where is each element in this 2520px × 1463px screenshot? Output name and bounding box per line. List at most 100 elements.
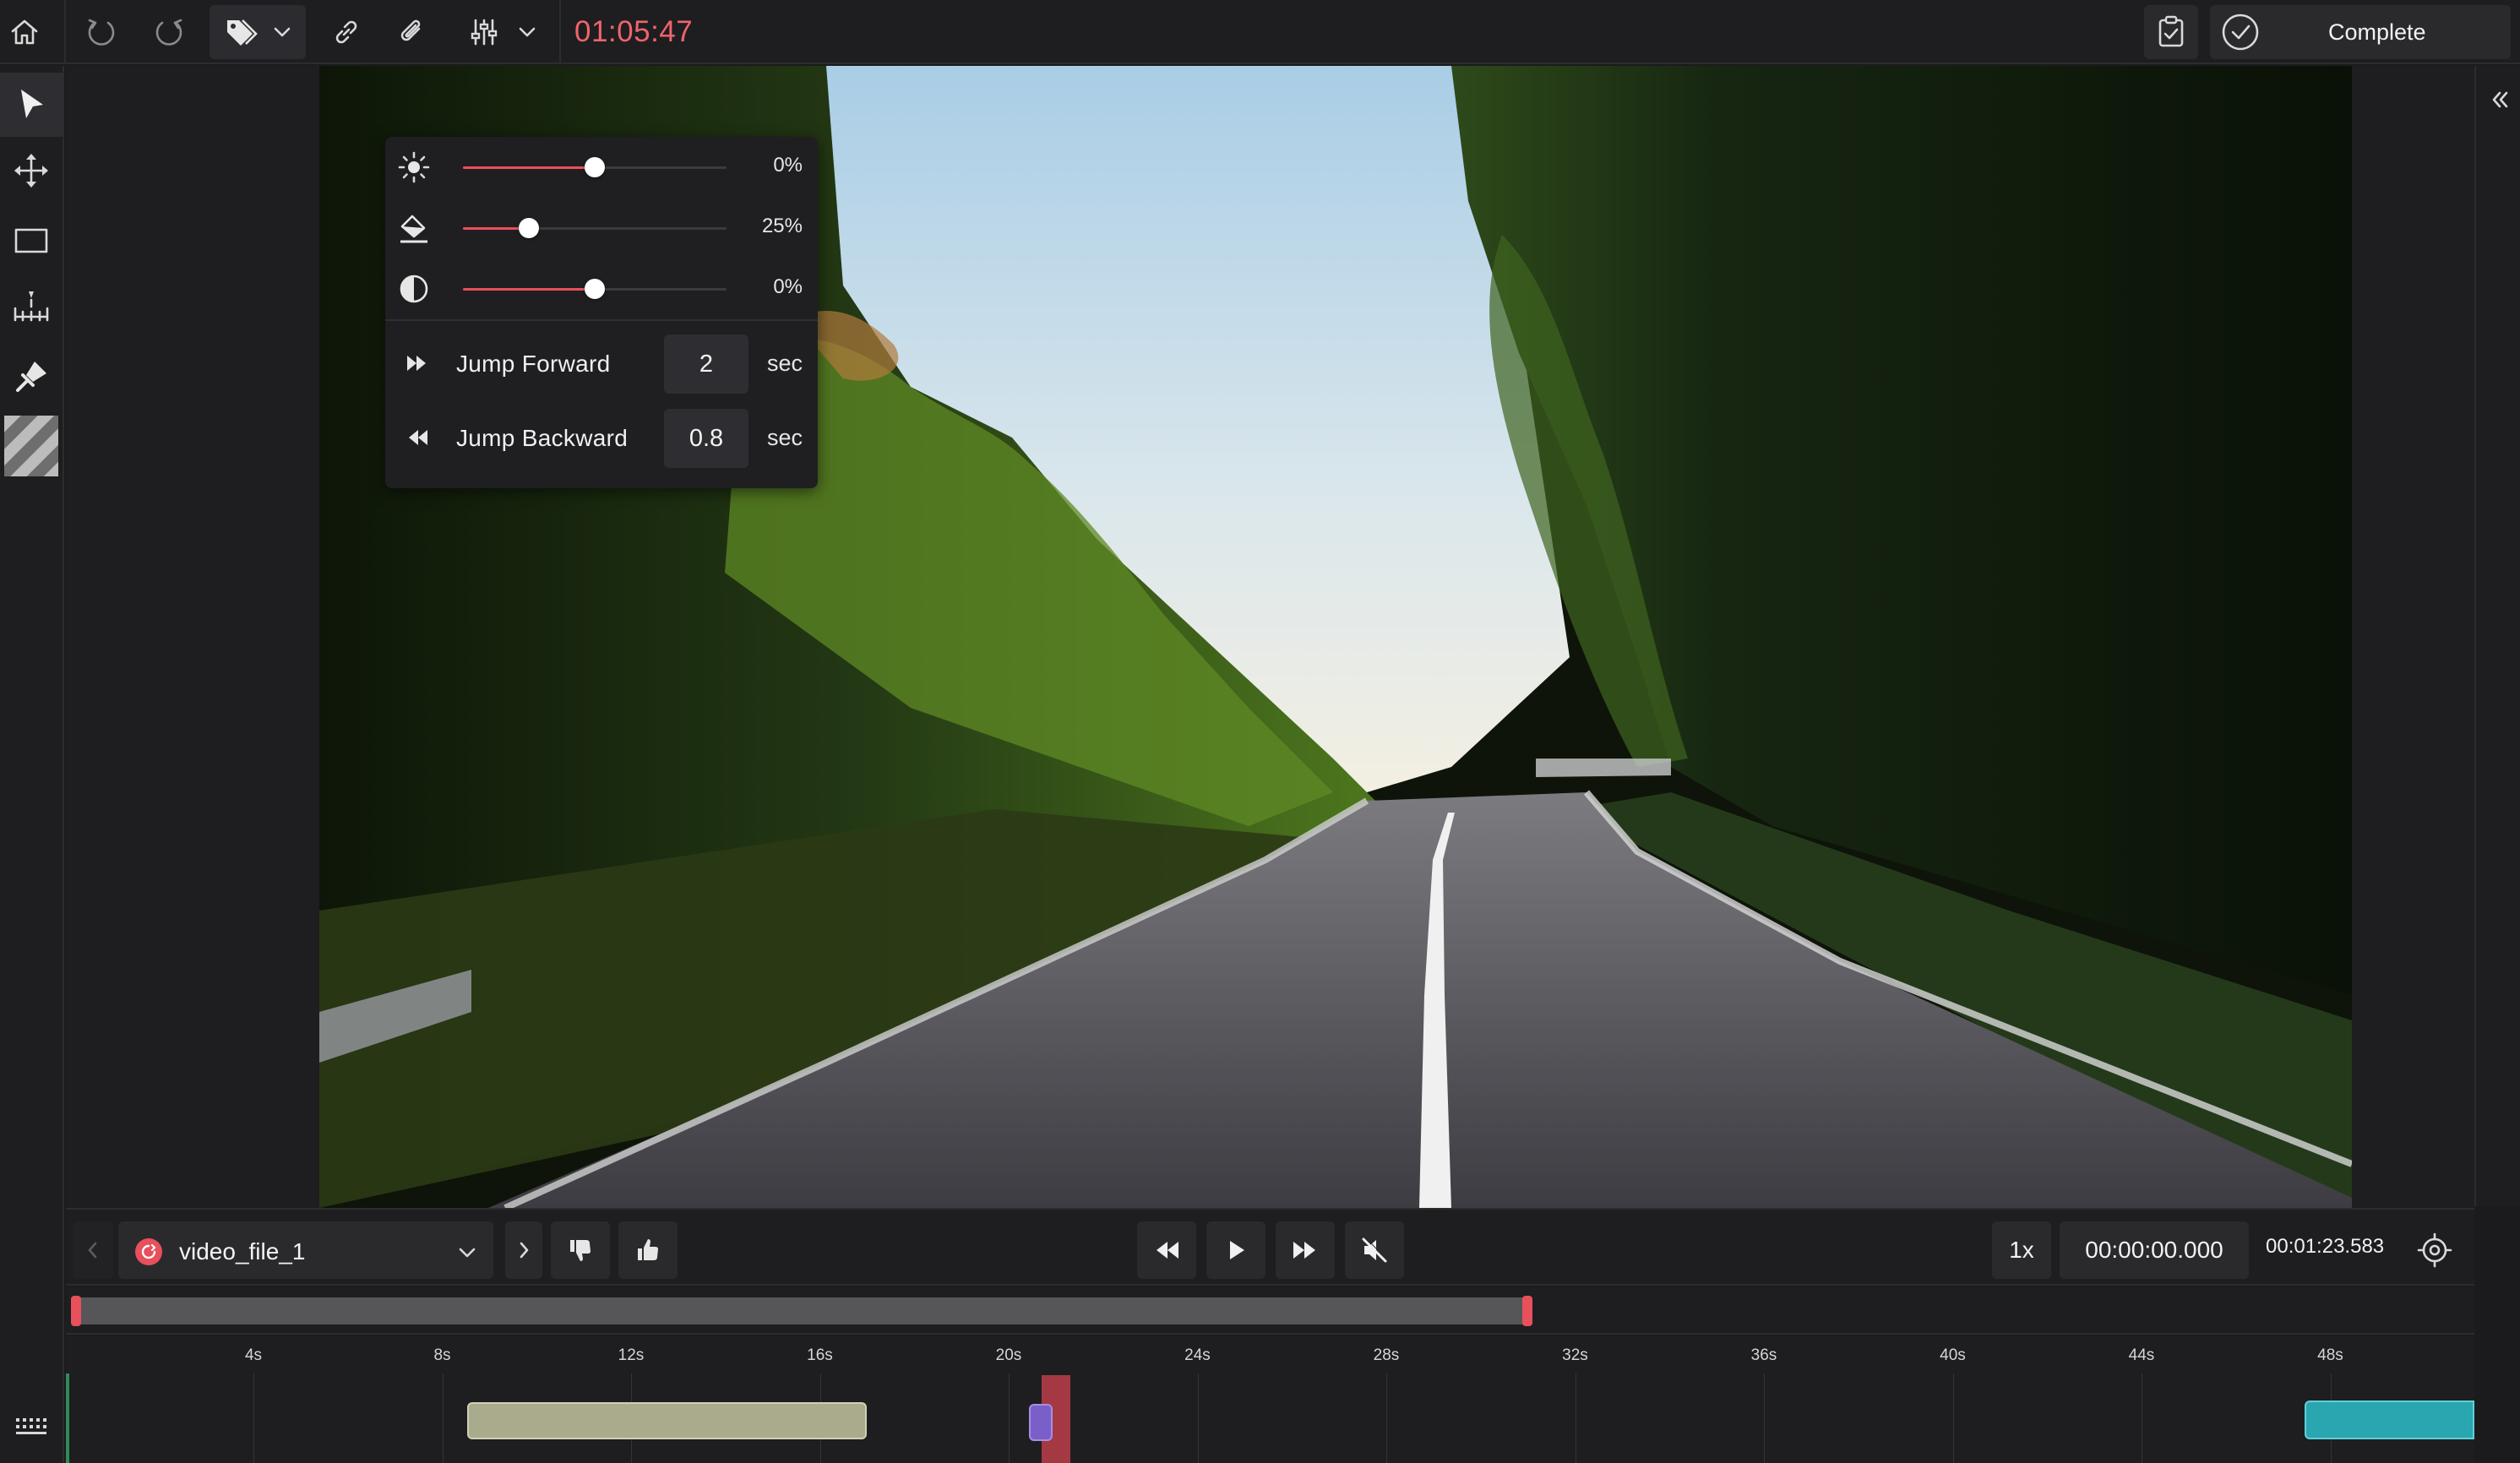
timeline-gridline	[1386, 1373, 1387, 1463]
move-arrows-icon	[14, 154, 48, 188]
move-tool[interactable]	[0, 139, 63, 203]
brightness-value: 0%	[773, 154, 803, 177]
contrast-icon	[397, 272, 431, 306]
chevron-down-icon	[274, 27, 291, 37]
timeline-tick-label: 32s	[1562, 1346, 1588, 1364]
timeline-tick-label: 28s	[1373, 1346, 1400, 1364]
complete-label: Complete	[2328, 19, 2426, 45]
file-selector[interactable]: video_file_1	[118, 1221, 493, 1279]
rewind-icon	[1157, 1242, 1178, 1259]
thumbs-up-icon	[638, 1239, 658, 1260]
jump-backward-label: Jump Backward	[456, 425, 629, 451]
mute-button[interactable]	[1345, 1221, 1404, 1279]
complete-button[interactable]: Complete	[2210, 5, 2511, 59]
session-timer: 01:05:47	[574, 15, 694, 48]
timeline-gridline	[1197, 1373, 1199, 1463]
previous-file-button[interactable]	[73, 1221, 113, 1279]
sliders-icon	[471, 19, 498, 46]
link-button[interactable]	[321, 0, 372, 64]
brightness-slider-row: 0%	[385, 137, 818, 198]
recenter-button[interactable]	[2413, 1228, 2457, 1272]
timeline-gridline	[1952, 1373, 1954, 1463]
redo-button[interactable]	[144, 0, 194, 64]
annotation-timeline[interactable]: 4s 8s 12s 16s 20s 24s 28s 32s 36s 40s 44s 48s	[66, 1336, 2474, 1463]
timeline-segment[interactable]	[2305, 1400, 2474, 1439]
hatch-pattern-icon	[4, 416, 58, 476]
mask-pattern-tool[interactable]	[0, 414, 63, 478]
brightness-slider-knob[interactable]	[585, 157, 605, 177]
contrast-value: 0%	[773, 275, 803, 298]
total-duration: 00:01:23.583	[2266, 1235, 2385, 1258]
rectangle-icon	[14, 228, 48, 253]
playback-speed-button[interactable]: 1x	[1992, 1221, 2051, 1279]
file-name: video_file_1	[179, 1238, 306, 1264]
jump-forward-unit: sec	[766, 351, 803, 376]
crosshair-icon	[2417, 1232, 2452, 1268]
timeline-gridline	[1764, 1373, 1765, 1463]
timeline-tick-label: 4s	[244, 1346, 263, 1364]
toolbar-divider	[559, 0, 561, 64]
fast-forward-icon	[407, 356, 426, 371]
timeline-tick-label: 8s	[433, 1346, 451, 1364]
undo-icon	[88, 19, 115, 46]
panel-divider	[385, 319, 818, 321]
contrast-slider-row: 0%	[385, 258, 818, 319]
undo-button[interactable]	[76, 0, 127, 64]
timeline-segment[interactable]	[1029, 1404, 1053, 1441]
tool-sidebar	[0, 66, 64, 1463]
check-circle-icon	[2222, 14, 2259, 51]
expand-panel-button[interactable]	[2483, 83, 2517, 117]
saturation-value: 25%	[761, 215, 803, 237]
next-file-button[interactable]	[505, 1221, 542, 1279]
top-toolbar: 01:05:47 Complete	[0, 0, 2520, 64]
contrast-slider[interactable]	[463, 279, 727, 299]
tag-dropdown-button[interactable]	[210, 5, 306, 59]
contrast-slider-fill	[463, 288, 595, 291]
timeline-gridline	[1009, 1373, 1010, 1463]
task-checklist-button[interactable]	[2144, 5, 2198, 59]
thumbs-down-icon	[570, 1240, 591, 1261]
range-end-handle[interactable]	[1522, 1296, 1532, 1326]
player-controls: video_file_1 1x 00:00:00.000 00:01:23.58…	[66, 1208, 2474, 1286]
timeline-playhead[interactable]	[66, 1373, 69, 1463]
saturation-slider-row: 25%	[385, 198, 818, 258]
jump-forward-row: Jump Forward 2 sec	[385, 326, 818, 400]
approve-button[interactable]	[618, 1221, 678, 1279]
right-panel-rail	[2474, 66, 2520, 1206]
chevron-down-icon	[459, 1248, 476, 1258]
fast-forward-button[interactable]	[1276, 1221, 1335, 1279]
jump-backward-unit: sec	[766, 425, 803, 450]
sun-icon	[397, 150, 431, 184]
rectangle-tool[interactable]	[0, 208, 63, 272]
timeline-gridline	[442, 1373, 444, 1463]
current-time-input[interactable]: 00:00:00.000	[2060, 1221, 2249, 1279]
tag-icon	[227, 19, 258, 46]
adjustments-dropdown-button[interactable]	[456, 0, 549, 64]
video-viewport: 0% 25% 0% Jump Forward 2 sec Jump Backwa…	[66, 66, 2474, 1208]
measure-tool[interactable]	[0, 275, 63, 340]
jump-backward-input[interactable]: 0.8	[664, 409, 748, 468]
home-button[interactable]	[0, 0, 49, 64]
jump-forward-input[interactable]: 2	[664, 334, 748, 394]
attachment-button[interactable]	[384, 0, 439, 64]
timeline-segment[interactable]	[467, 1402, 867, 1439]
brightness-slider[interactable]	[463, 157, 727, 177]
contrast-slider-knob[interactable]	[585, 279, 605, 299]
reject-button[interactable]	[551, 1221, 610, 1279]
range-start-handle[interactable]	[71, 1296, 81, 1326]
play-button[interactable]	[1206, 1221, 1265, 1279]
rewind-button[interactable]	[1137, 1221, 1196, 1279]
range-track[interactable]	[74, 1297, 1529, 1324]
timeline-tick-label: 44s	[2128, 1346, 2155, 1364]
clipboard-check-icon	[2158, 15, 2184, 47]
ruler-icon	[14, 291, 49, 322]
select-tool[interactable]	[0, 73, 63, 137]
toolbar-divider	[64, 0, 66, 64]
saturation-slider[interactable]	[463, 218, 727, 238]
saturation-slider-knob[interactable]	[519, 218, 539, 238]
paperclip-icon	[400, 19, 420, 41]
keyboard-icon	[16, 1418, 46, 1434]
keyboard-shortcuts-button[interactable]	[0, 1394, 63, 1458]
timeline-gridline	[253, 1373, 254, 1463]
keypoint-tool[interactable]	[0, 345, 63, 409]
